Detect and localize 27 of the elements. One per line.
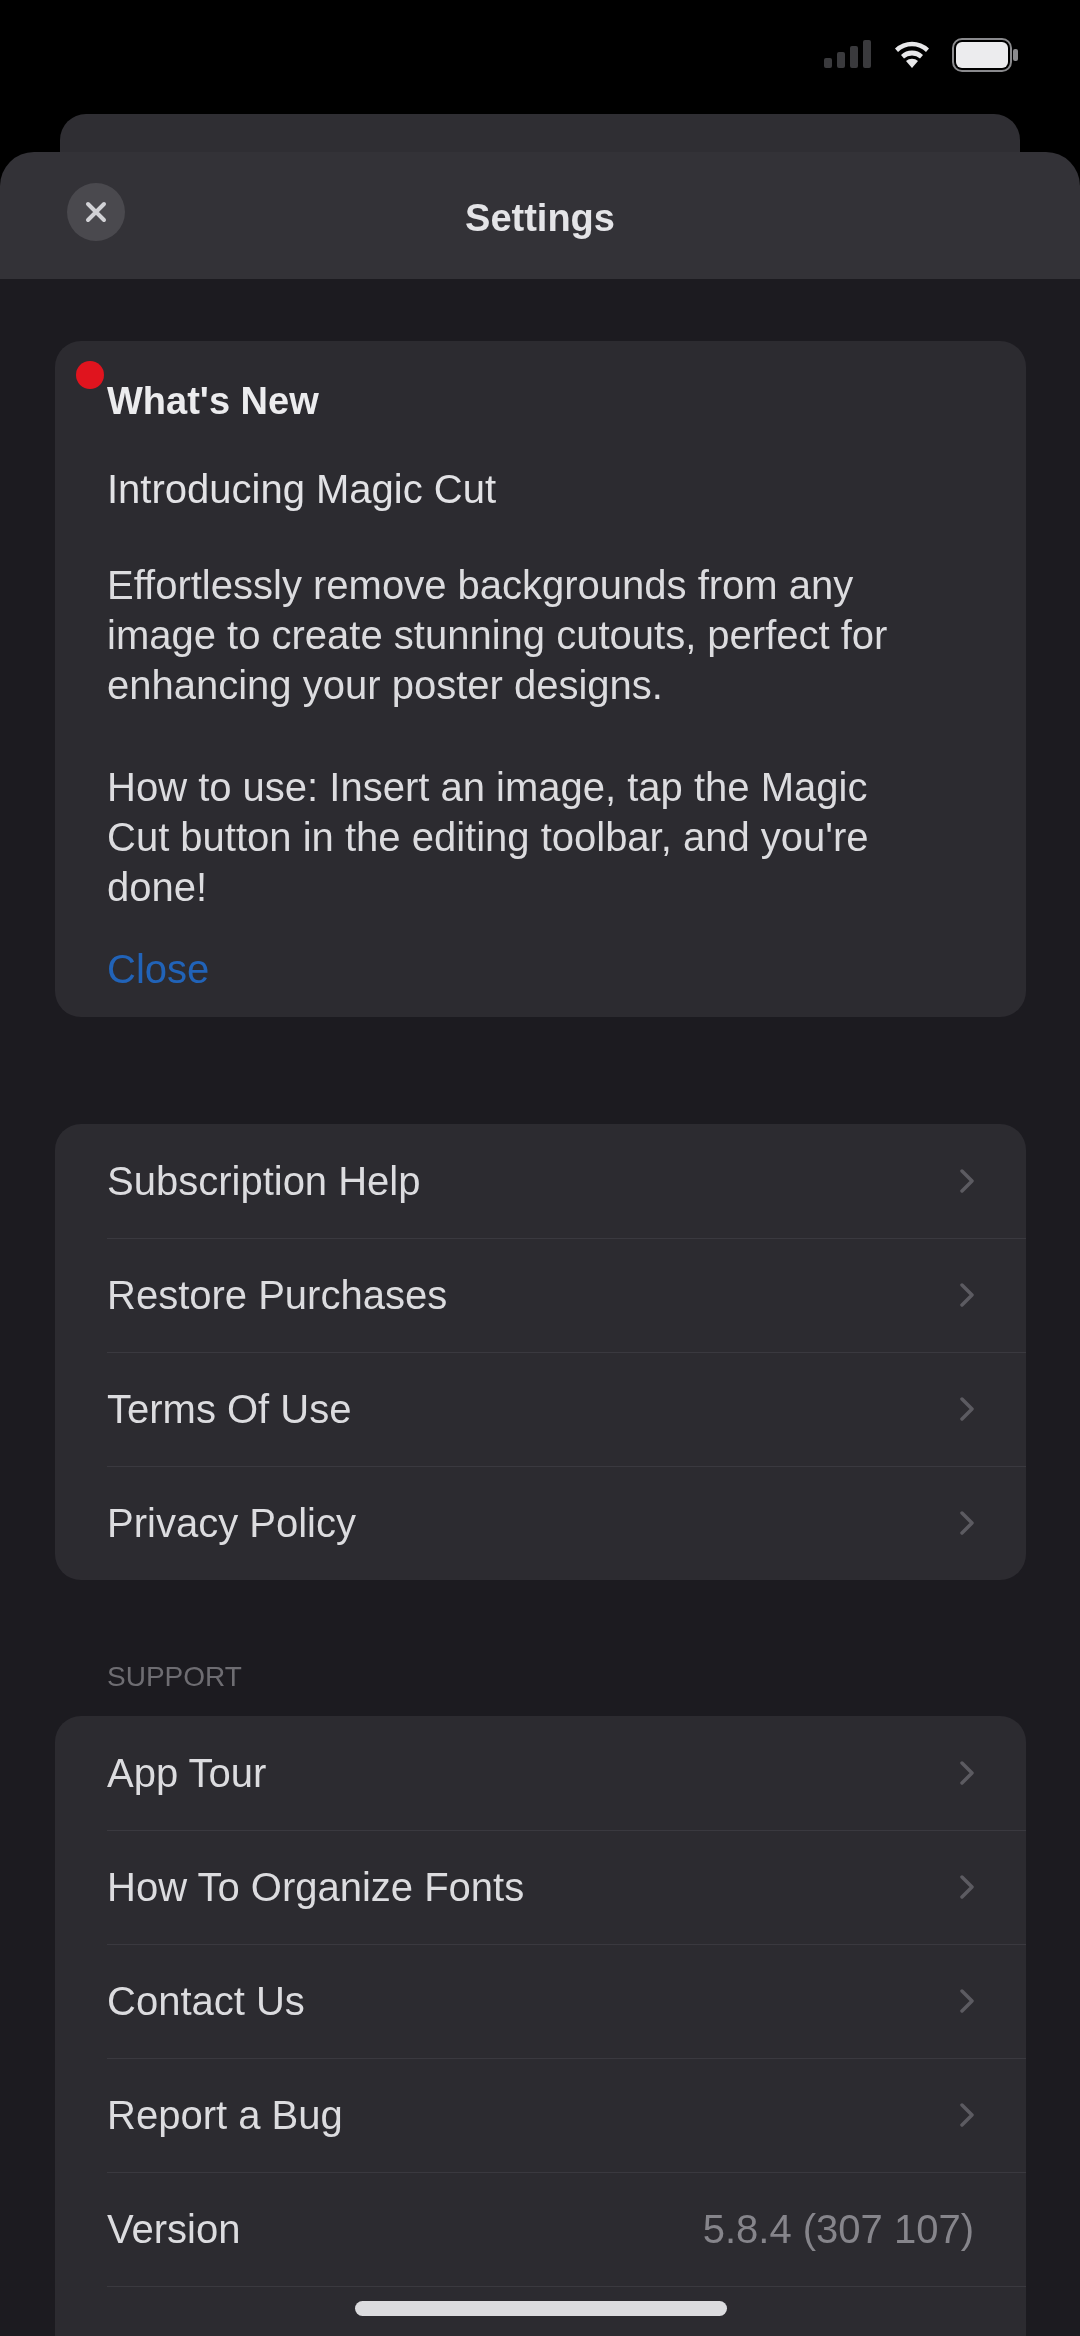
settings-row[interactable]: Restore Purchases <box>55 1238 1026 1352</box>
close-icon <box>85 200 107 223</box>
card-paragraph: How to use: Insert an image, tap the Magic Cut button in the editing toolbar, and you're done! <box>107 764 870 911</box>
settings-row[interactable]: Contact Us <box>55 1944 1026 2058</box>
settings-row[interactable]: App Tour <box>55 1716 1026 1830</box>
settings-row[interactable]: Terms Of Use <box>55 1352 1026 1466</box>
chevron-right-icon <box>960 1761 974 1785</box>
section-header: SUPPORT <box>107 1660 243 1694</box>
battery-icon <box>952 38 1018 72</box>
chevron-right-icon <box>960 1169 974 1193</box>
chevron-right-icon <box>960 1283 974 1307</box>
version-value: 5.8.4 (307 107) <box>702 2206 974 2252</box>
chevron-right-icon <box>960 1989 974 2013</box>
header-title: Settings <box>465 196 615 240</box>
settings-row[interactable]: Subscription Help <box>55 1124 1026 1238</box>
card-title: What's New <box>107 379 320 423</box>
signal-icon <box>824 38 872 68</box>
chevron-right-icon <box>960 1511 974 1535</box>
chevron-right-icon <box>960 1875 974 1899</box>
settings-row[interactable]: How To Organize Fonts <box>55 1830 1026 1944</box>
card-paragraph: Effortlessly remove backgrounds from any image to create stunning cutouts, perfect for enhancing your poster designs. <box>107 562 889 709</box>
settings-row[interactable]: Report a Bug <box>55 2058 1026 2172</box>
row-label: Version <box>107 2206 241 2252</box>
chevron-right-icon <box>960 1397 974 1421</box>
chevron-right-icon <box>960 2103 974 2127</box>
card-headline: Introducing Magic Cut <box>107 467 498 511</box>
settings-row[interactable]: Privacy Policy <box>55 1466 1026 1580</box>
